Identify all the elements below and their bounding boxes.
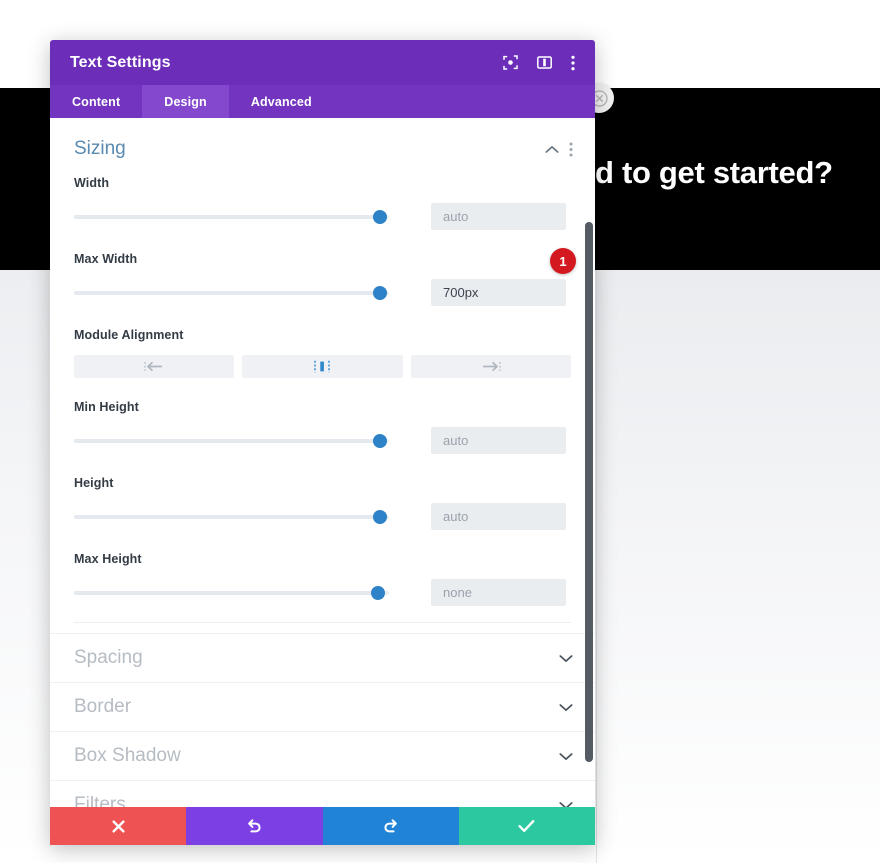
modal-scrollbar[interactable] [585, 222, 593, 762]
height-input[interactable] [431, 503, 566, 530]
section-box-shadow-title: Box Shadow [74, 745, 181, 766]
align-center-icon[interactable] [242, 355, 403, 378]
height-slider-handle[interactable] [373, 509, 387, 524]
max-height-slider-handle[interactable] [371, 585, 385, 600]
chevron-up-icon[interactable] [545, 145, 559, 154]
section-filters-title: Filters [74, 794, 126, 807]
modal-body: Sizing Width auto Max Width 700px Module… [50, 118, 595, 807]
redo-button[interactable] [322, 807, 459, 845]
tab-content[interactable]: Content [50, 85, 142, 118]
field-max-height-label: Max Height [74, 552, 142, 566]
section-border-title: Border [74, 696, 132, 717]
section-filters[interactable]: Filters [50, 780, 595, 807]
min-height-slider[interactable] [74, 433, 389, 449]
checkmark-icon [518, 820, 535, 832]
save-button[interactable] [458, 807, 595, 845]
section-spacing[interactable]: Spacing [50, 633, 595, 682]
text-settings-modal: Text Settings Content Design Advanced Si… [50, 40, 595, 845]
layout-panel-icon[interactable] [537, 55, 552, 70]
max-width-slider-fill [74, 290, 379, 295]
section-border[interactable]: Border [50, 682, 595, 731]
section-box-shadow[interactable]: Box Shadow [50, 731, 595, 780]
section-sizing-title: Sizing [74, 138, 126, 159]
align-right-icon[interactable] [410, 355, 571, 378]
modal-header-icons [503, 55, 575, 71]
max-height-input[interactable] [431, 579, 566, 606]
min-height-slider-handle[interactable] [373, 433, 387, 448]
width-slider-handle[interactable] [373, 209, 387, 224]
tab-advanced[interactable]: Advanced [229, 85, 334, 118]
chevron-down-icon-spacing[interactable] [559, 654, 573, 663]
cancel-button[interactable] [50, 807, 187, 845]
field-max-width-label: Max Width [74, 252, 138, 266]
focus-target-icon[interactable] [503, 55, 518, 70]
field-height-label: Height [74, 476, 114, 490]
section-divider [74, 622, 571, 623]
modal-footer [50, 807, 595, 845]
page-root: d to get started? Text Settings Content … [0, 0, 880, 863]
close-x-icon [112, 819, 125, 833]
undo-button[interactable] [186, 807, 323, 845]
field-width: Width [50, 172, 595, 230]
modal-tabs: Content Design Advanced [50, 85, 595, 118]
field-max-height: Max Height [50, 530, 595, 606]
field-max-width: Max Width [50, 230, 595, 306]
tab-design[interactable]: Design [142, 85, 229, 118]
chevron-down-icon-box-shadow[interactable] [559, 752, 573, 761]
field-module-alignment: Module Alignment [50, 306, 595, 342]
max-width-slider[interactable] [74, 285, 389, 301]
section-spacing-title: Spacing [74, 647, 143, 668]
annotation-badge-1: 1 [550, 248, 576, 274]
undo-icon [248, 819, 261, 833]
section-more-vertical-icon[interactable] [569, 142, 573, 157]
field-width-label: Width [74, 176, 110, 190]
width-slider[interactable] [74, 209, 389, 225]
section-sizing-controls [545, 142, 573, 157]
more-vertical-icon[interactable] [571, 55, 575, 71]
section-sizing-header[interactable]: Sizing [50, 118, 595, 172]
field-height: Height [50, 454, 595, 530]
width-input[interactable] [431, 203, 566, 230]
height-slider-fill [74, 514, 379, 519]
modal-header: Text Settings [50, 40, 595, 85]
max-width-slider-handle[interactable] [373, 285, 387, 300]
field-min-height: Min Height [50, 378, 595, 454]
max-height-slider-fill [74, 590, 376, 595]
redo-icon [384, 819, 397, 833]
min-height-input[interactable] [431, 427, 566, 454]
width-slider-fill [74, 214, 379, 219]
min-height-slider-fill [74, 438, 379, 443]
field-min-height-label: Min Height [74, 400, 139, 414]
module-alignment-group [50, 355, 595, 378]
max-width-input[interactable] [431, 279, 566, 306]
modal-title: Text Settings [70, 53, 171, 71]
section-sizing: Sizing Width auto Max Width 700px Module… [50, 118, 595, 633]
background-content-column [596, 270, 880, 863]
height-slider[interactable] [74, 509, 389, 525]
max-height-slider[interactable] [74, 585, 389, 601]
field-module-alignment-label: Module Alignment [74, 328, 184, 342]
chevron-down-icon-border[interactable] [559, 703, 573, 712]
align-left-icon[interactable] [74, 355, 235, 378]
